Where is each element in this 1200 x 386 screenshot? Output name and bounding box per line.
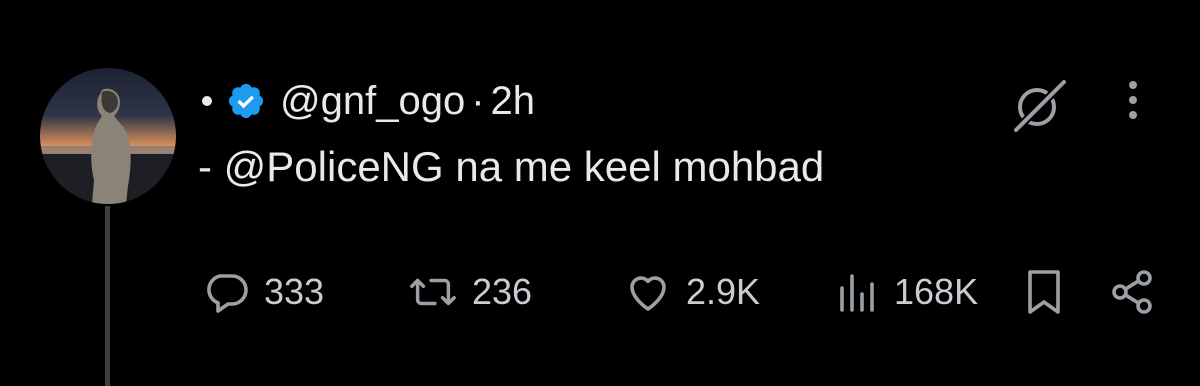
view-count: 168K [894, 271, 979, 312]
bullet [202, 96, 212, 106]
tweet[interactable]: @gnf_ogo · 2h - @PoliceNG na me keel moh… [0, 0, 1200, 386]
retweet-count: 236 [472, 271, 533, 312]
speech-bubble-icon [202, 268, 250, 316]
user-handle[interactable]: @gnf_ogo [280, 76, 465, 126]
more-vertical-icon[interactable] [1118, 78, 1148, 124]
views-button[interactable]: 168K [832, 262, 978, 322]
thread-line [105, 206, 110, 386]
separator: · [471, 79, 485, 123]
like-button[interactable]: 2.9K [624, 262, 760, 322]
heart-icon [624, 268, 672, 316]
bookmark-button[interactable] [1022, 262, 1066, 322]
tweet-text: - @PoliceNG na me keel mohbad [198, 143, 825, 190]
like-count: 2.9K [686, 271, 761, 312]
grok-icon[interactable] [1008, 74, 1070, 136]
bookmark-icon [1022, 266, 1066, 318]
bar-chart-icon [832, 268, 880, 316]
timestamp[interactable]: 2h [491, 76, 536, 126]
retweet-icon [408, 268, 458, 316]
verified-badge-icon[interactable] [226, 81, 266, 121]
share-icon [1108, 268, 1156, 316]
avatar[interactable] [40, 68, 176, 204]
action-bar: 333 236 2.9K 168K [196, 262, 1176, 322]
tweet-header: @gnf_ogo · 2h [196, 76, 535, 126]
reply-count: 333 [264, 271, 325, 312]
retweet-button[interactable]: 236 [408, 262, 532, 322]
reply-button[interactable]: 333 [202, 262, 324, 322]
share-button[interactable] [1108, 262, 1156, 322]
